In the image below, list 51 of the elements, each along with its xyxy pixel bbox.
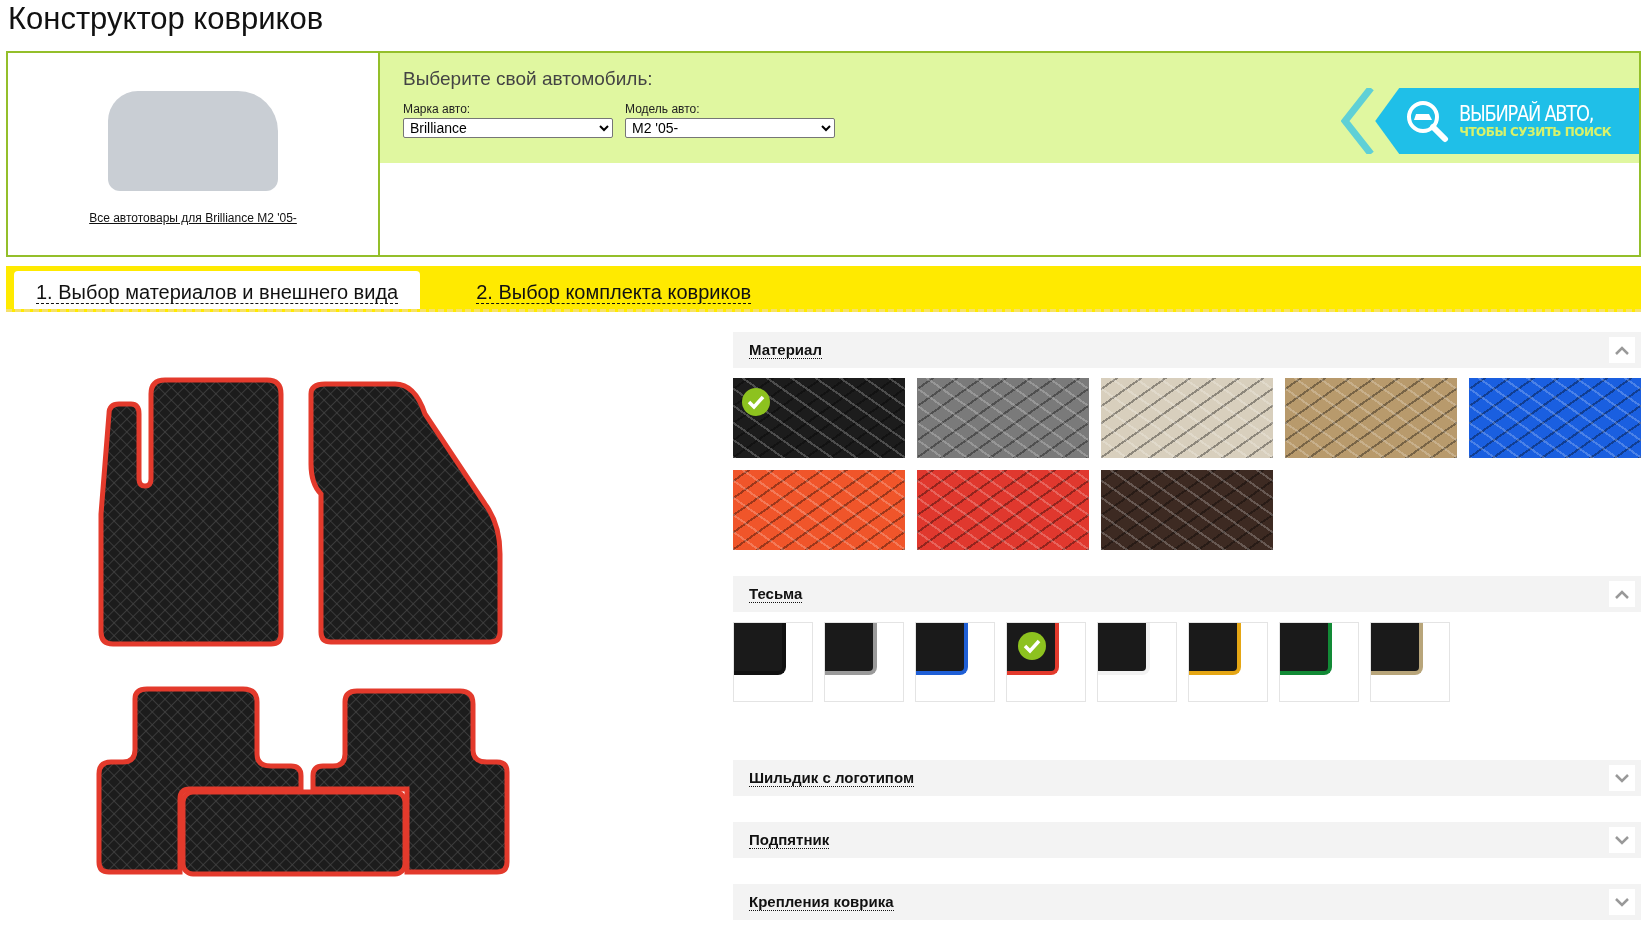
material-swatch[interactable]: [1469, 378, 1641, 458]
section-title: Подпятник: [749, 831, 830, 849]
section-title: Материал: [749, 341, 822, 359]
section-header[interactable]: Шильдик с логотипом: [733, 760, 1641, 796]
edging-swatch[interactable]: [1188, 622, 1268, 702]
dropdown-field[interactable]: M2 '05-: [625, 117, 835, 138]
tab[interactable]: 2. Выбор комплекта ковриков: [454, 271, 774, 309]
tab[interactable]: 1. Выбор материалов и внешнего вида: [14, 271, 421, 309]
selector-heading: Выберите свой автомобиль:: [403, 67, 654, 91]
toggle-button[interactable]: [1609, 337, 1635, 363]
check-icon: [741, 387, 771, 417]
chevron-down-icon: [1615, 897, 1629, 907]
section-title: Крепления коврика: [749, 893, 894, 911]
field-label: Модель авто:: [625, 101, 701, 116]
edging-swatch[interactable]: [1097, 622, 1177, 702]
toggle-button[interactable]: [1609, 765, 1635, 791]
toggle-button[interactable]: [1609, 889, 1635, 915]
section-header[interactable]: Крепления коврика: [733, 884, 1641, 920]
search-icon: [1405, 99, 1450, 143]
section-header[interactable]: Подпятник: [733, 822, 1641, 858]
check-icon: [1017, 631, 1047, 661]
material-swatch[interactable]: [733, 378, 905, 458]
edging-swatch[interactable]: [915, 622, 995, 702]
edging-swatch[interactable]: [1006, 622, 1086, 702]
page-title: Конструктор ковриков: [7, 0, 325, 38]
material-swatch[interactable]: [917, 378, 1089, 458]
edging-swatch[interactable]: [733, 622, 813, 702]
chevron-down-icon: [1615, 773, 1629, 783]
section-header[interactable]: Материал: [733, 332, 1641, 368]
edging-swatch[interactable]: [1279, 622, 1359, 702]
banner-title: ВЫБИРАЙ АВТО,: [1459, 103, 1594, 125]
chevron-up-icon: [1615, 589, 1629, 599]
car-products-link[interactable]: Все автотовары для Brilliance M2 '05-: [89, 209, 297, 227]
chevron-down-icon: [1615, 835, 1629, 845]
toggle-button[interactable]: [1609, 581, 1635, 607]
material-swatch[interactable]: [1101, 378, 1273, 458]
chevron-up-icon: [1615, 345, 1629, 355]
section-header[interactable]: Тесьма: [733, 576, 1641, 612]
material-swatch[interactable]: [917, 470, 1089, 550]
chevron-icon: [1341, 88, 1376, 154]
toggle-button[interactable]: [1609, 827, 1635, 853]
field-label: Марка авто:: [403, 101, 472, 116]
material-swatch[interactable]: [1285, 378, 1457, 458]
material-swatch[interactable]: [1101, 470, 1273, 550]
dropdown-field[interactable]: Brilliance: [403, 117, 613, 138]
section-title: Шильдик с логотипом: [749, 769, 914, 787]
material-swatch[interactable]: [733, 470, 905, 550]
section-title: Тесьма: [749, 585, 803, 603]
edging-swatch[interactable]: [824, 622, 904, 702]
edging-swatch[interactable]: [1370, 622, 1450, 702]
banner-subtitle: ЧТОБЫ СУЗИТЬ ПОИСК: [1459, 125, 1613, 139]
